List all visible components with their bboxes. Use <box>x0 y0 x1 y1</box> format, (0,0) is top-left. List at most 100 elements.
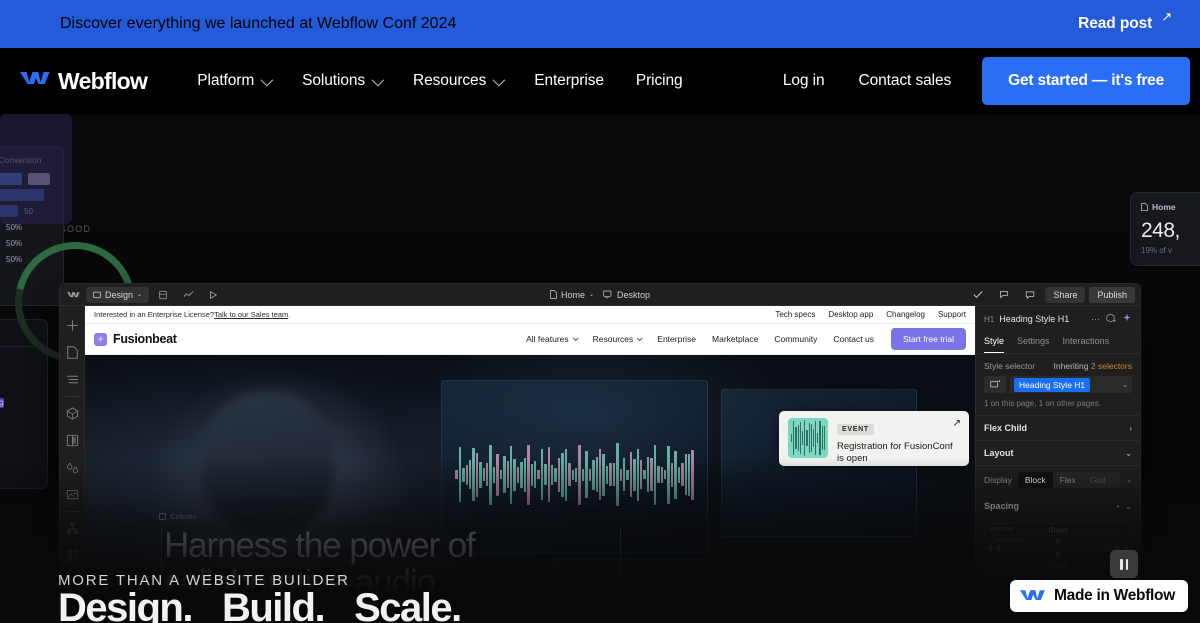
sales-team-link[interactable]: Talk to our Sales team <box>214 310 288 319</box>
display-options: Block Flex Grid None <box>1017 472 1121 488</box>
nav-item-pricing[interactable]: Pricing <box>620 62 699 100</box>
utility-link-support[interactable]: Support <box>938 310 966 319</box>
nav-label: Pricing <box>635 72 683 89</box>
fusionbeat-logo[interactable]: Fusionbeat <box>94 332 177 346</box>
site-nav-enterprise[interactable]: Enterprise <box>649 329 704 349</box>
column-icon <box>159 513 166 520</box>
made-in-webflow-badge[interactable]: Made in Webflow <box>1010 580 1188 612</box>
chevron-right-icon: › <box>1129 423 1132 433</box>
publish-button[interactable]: Publish <box>1089 286 1135 303</box>
margin-bottom-value[interactable]: 1rem <box>1049 562 1067 571</box>
page-icon <box>1141 203 1148 211</box>
style-panel-header: H1 Heading Style H1 ⋯ <box>976 306 1140 332</box>
style-selector-label: Style selector <box>984 361 1036 371</box>
nav-item-solutions[interactable]: Solutions <box>286 62 397 100</box>
display-option-none[interactable]: None <box>1113 472 1121 488</box>
logic-icon[interactable] <box>60 515 85 542</box>
nav-item-resources[interactable]: Resources <box>397 62 518 100</box>
designer-topbar: Design ⌄ Home ⌄ Desktop Share Publish <box>60 284 1140 306</box>
pause-button[interactable] <box>1110 550 1138 578</box>
nav-item-enterprise[interactable]: Enterprise <box>518 62 620 100</box>
analyze-icon[interactable] <box>177 287 199 303</box>
toolbar-divider <box>64 511 80 512</box>
variables-icon[interactable] <box>60 454 85 481</box>
start-free-trial-button[interactable]: Start free trial <box>890 328 966 350</box>
promo-banner-text: Discover everything we launched at Webfl… <box>60 15 457 32</box>
nav-item-platform[interactable]: Platform <box>181 62 286 100</box>
utility-link-changelog[interactable]: Changelog <box>886 310 925 319</box>
section-layout-label: Layout <box>984 448 1014 458</box>
padding-bottom-value[interactable]: 0 <box>1056 551 1060 560</box>
site-nav-marketplace[interactable]: Marketplace <box>704 329 766 349</box>
apps-icon[interactable] <box>60 542 85 569</box>
webflow-wordmark: Webflow <box>58 67 148 94</box>
padding-top-value[interactable]: 0 <box>1056 537 1060 546</box>
style-manager-icon[interactable] <box>60 427 85 454</box>
fusionbeat-navbar: Fusionbeat All features Resources Enterp… <box>85 324 975 355</box>
display-option-block[interactable]: Block <box>1017 472 1053 488</box>
arrow-up-right-icon: ↗ <box>952 418 961 429</box>
section-flex-child[interactable]: Flex Child › <box>976 416 1140 441</box>
utility-link-tech-specs[interactable]: Tech specs <box>775 310 815 319</box>
get-started-button[interactable]: Get started — it's free <box>982 57 1190 105</box>
element-tag-label: Column <box>170 512 198 521</box>
create-component-icon[interactable] <box>1106 313 1116 325</box>
main-navbar: Webflow Platform Solutions Resources Ent… <box>0 48 1200 114</box>
margin-left-value[interactable]: 0 <box>988 544 992 553</box>
tab-interactions[interactable]: Interactions <box>1063 332 1110 353</box>
padding-label: PADDING <box>997 538 1026 544</box>
page-selector[interactable]: Home ⌄ <box>550 290 594 300</box>
navigator-icon[interactable] <box>60 366 85 393</box>
padding-left-value[interactable]: 0 <box>996 544 1000 553</box>
more-options-icon[interactable]: ⋯ <box>1091 314 1100 325</box>
add-panel-icon[interactable] <box>60 312 85 339</box>
contact-sales-link[interactable]: Contact sales <box>842 62 969 100</box>
chevron-down-icon <box>492 73 506 86</box>
margin-top-value[interactable]: 0rem <box>1049 526 1067 535</box>
inheriting-count[interactable]: 2 selectors <box>1091 361 1132 371</box>
display-option-flex[interactable]: Flex <box>1053 472 1083 488</box>
enterprise-bar-text: Interested in an Enterprise License? <box>94 310 215 319</box>
style-panel-tabs: Style Settings Interactions <box>976 332 1140 354</box>
comments-icon[interactable] <box>1019 287 1041 303</box>
section-spacing[interactable]: Spacing ▪ ⌄ <box>976 494 1140 519</box>
cms-icon[interactable] <box>152 287 174 303</box>
webflow-logo[interactable]: Webflow <box>20 67 148 95</box>
toolbar-divider <box>64 396 80 397</box>
site-nav-resources[interactable]: Resources <box>585 329 650 349</box>
chevron-down-icon: ⌄ <box>1125 448 1132 458</box>
pages-icon[interactable] <box>60 339 85 366</box>
site-nav-community[interactable]: Community <box>766 329 825 349</box>
utility-nav: Tech specs Desktop app Changelog Support <box>775 310 966 319</box>
spacing-mode-icon[interactable]: ▪ <box>1116 502 1119 511</box>
selector-scope-icon[interactable] <box>984 376 1006 393</box>
branching-icon[interactable] <box>993 287 1015 303</box>
event-card[interactable]: EVENT Registration for FusionConf is ope… <box>779 411 969 466</box>
nav-label: Enterprise <box>534 72 604 89</box>
utility-link-desktop-app[interactable]: Desktop app <box>828 310 873 319</box>
ai-sparkle-icon[interactable] <box>1122 313 1132 325</box>
padding-box[interactable]: PADDING 0 0 0 0 <box>993 535 1123 562</box>
chevron-down-icon[interactable]: ⌄ <box>1126 476 1132 484</box>
headline-word: Build. <box>221 586 326 623</box>
designer-logo-icon[interactable] <box>65 288 83 302</box>
share-button[interactable]: Share <box>1045 286 1086 303</box>
promo-banner: Discover everything we launched at Webfl… <box>0 0 1200 48</box>
read-post-link[interactable]: Read post ↗ <box>1078 10 1172 33</box>
selector-input[interactable]: Heading Style H1 ⌄ <box>1010 376 1132 393</box>
breakpoint-desktop[interactable]: Desktop <box>603 290 650 300</box>
display-option-grid[interactable]: Grid <box>1083 472 1113 488</box>
tab-style[interactable]: Style <box>984 332 1005 353</box>
site-nav-contact-us[interactable]: Contact us <box>825 329 882 349</box>
element-tag: H1 <box>984 314 995 324</box>
design-mode-selector[interactable]: Design ⌄ <box>86 286 150 303</box>
preview-icon[interactable] <box>202 287 224 303</box>
designer-topbar-right: Share Publish <box>967 286 1135 303</box>
tab-settings[interactable]: Settings <box>1017 332 1050 353</box>
login-link[interactable]: Log in <box>766 62 842 100</box>
style-selector-section: Style selector Inheriting 2 selectors He… <box>976 354 1140 416</box>
components-icon[interactable] <box>60 400 85 427</box>
section-layout[interactable]: Layout ⌄ <box>976 441 1140 466</box>
site-nav-all-features[interactable]: All features <box>518 329 585 349</box>
assets-icon[interactable] <box>60 481 85 508</box>
